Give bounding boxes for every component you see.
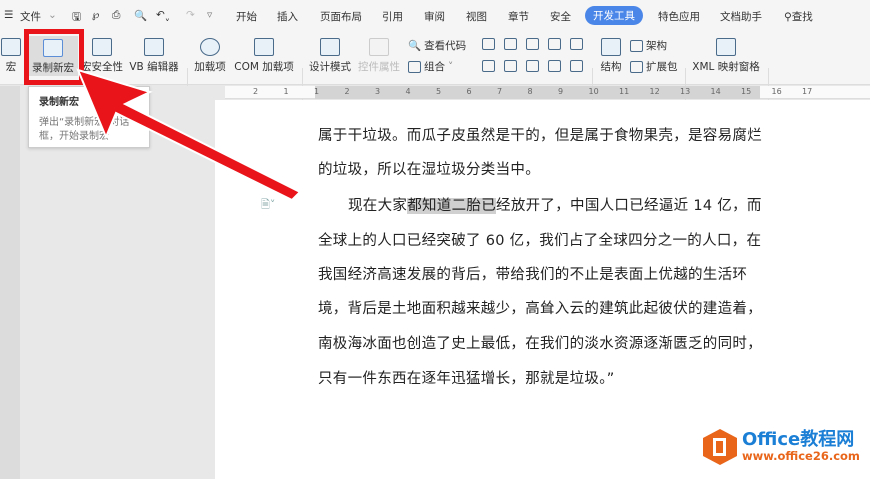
office-logo-icon — [703, 429, 737, 465]
red-arrow-icon — [76, 68, 302, 202]
watermark-logo: Office教程网 www.office26.com — [702, 428, 860, 466]
watermark-url: www.office26.com — [742, 449, 860, 463]
watermark-brand: Office教程网 — [742, 429, 855, 450]
